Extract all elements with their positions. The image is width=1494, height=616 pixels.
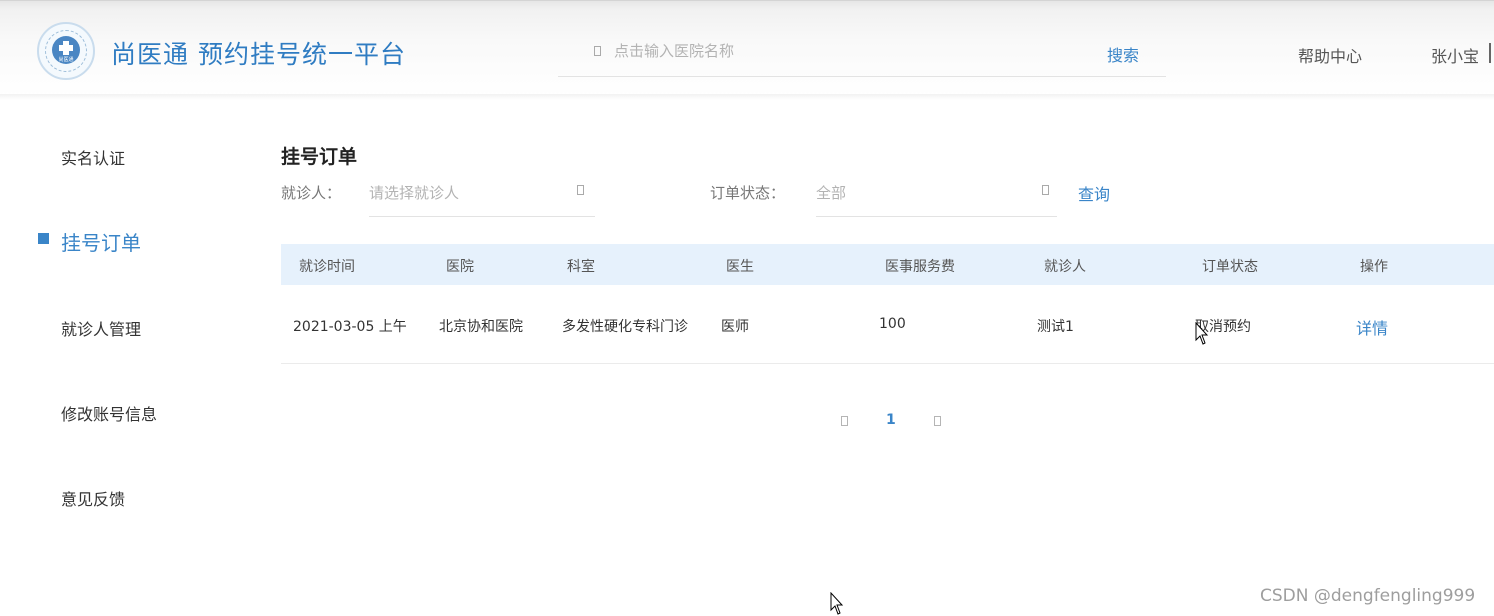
patient-select-placeholder: 请选择就诊人 <box>369 184 460 202</box>
search-icon <box>594 46 601 56</box>
details-link[interactable]: 详情 <box>1356 315 1388 339</box>
header-shadow <box>0 94 1494 100</box>
cell-patient: 测试1 <box>1037 319 1074 335</box>
column-header: 就诊人 <box>1044 259 1086 275</box>
search-button[interactable]: 搜索 <box>1107 42 1139 66</box>
cell-department: 多发性硬化专科门诊 <box>562 319 688 335</box>
cell-service-fee: 100 <box>879 316 906 332</box>
page-title: 挂号订单 <box>281 146 358 168</box>
query-button[interactable]: 查询 <box>1078 181 1110 205</box>
status-select[interactable]: 全部 <box>816 174 1057 217</box>
search-input[interactable] <box>614 38 1054 64</box>
logo-badge: 尚医通 <box>52 36 80 64</box>
sidebar-item-patient-management[interactable]: 就诊人管理 <box>61 316 141 340</box>
cell-visit-time: 2021-03-05 上午 <box>293 319 407 335</box>
sidebar-item-real-name-auth[interactable]: 实名认证 <box>61 145 125 169</box>
patient-select[interactable]: 请选择就诊人 <box>369 174 595 217</box>
search-bar: 搜索 <box>558 30 1166 77</box>
cell-hospital: 北京协和医院 <box>439 319 523 335</box>
table-row: 2021-03-05 上午 北京协和医院 多发性硬化专科门诊 医师 100 测试… <box>281 285 1494 364</box>
watermark: CSDN @dengfengling999 <box>1260 586 1476 606</box>
status-filter-label: 订单状态： <box>710 184 786 202</box>
column-header: 订单状态 <box>1202 259 1258 275</box>
logo-icon[interactable]: 尚医通 <box>37 22 95 80</box>
column-header: 医事服务费 <box>885 259 955 275</box>
prev-page-icon[interactable] <box>841 416 848 426</box>
column-header: 操作 <box>1360 259 1388 275</box>
sidebar-item-orders[interactable]: 挂号订单 <box>61 227 141 256</box>
sidebar-item-feedback[interactable]: 意见反馈 <box>61 486 125 510</box>
cross-icon-h <box>59 45 73 51</box>
help-center-link[interactable]: 帮助中心 <box>1298 43 1362 67</box>
table-header: 就诊时间 医院 科室 医生 医事服务费 就诊人 订单状态 操作 <box>281 244 1494 285</box>
logo-text: 尚医通 <box>58 57 74 63</box>
column-header: 科室 <box>567 259 595 275</box>
patient-filter-label: 就诊人： <box>281 184 342 202</box>
chevron-down-icon <box>1042 185 1049 195</box>
user-menu[interactable]: 张小宝 <box>1431 43 1479 67</box>
chevron-down-icon <box>577 185 584 195</box>
column-header: 医生 <box>726 259 754 275</box>
mouse-cursor-icon <box>1195 322 1209 345</box>
column-header: 医院 <box>446 259 474 275</box>
status-select-value: 全部 <box>816 184 847 202</box>
active-indicator-icon <box>38 233 49 244</box>
page-number-current[interactable]: 1 <box>886 412 896 428</box>
brand-title[interactable]: 尚医通 预约挂号统一平台 <box>111 35 406 71</box>
column-header: 就诊时间 <box>299 259 355 275</box>
header-edge-divider <box>1489 43 1491 63</box>
sidebar-item-account-info[interactable]: 修改账号信息 <box>61 401 157 425</box>
cell-doctor: 医师 <box>721 319 749 335</box>
next-page-icon[interactable] <box>934 416 941 426</box>
mouse-cursor-icon <box>830 592 844 615</box>
